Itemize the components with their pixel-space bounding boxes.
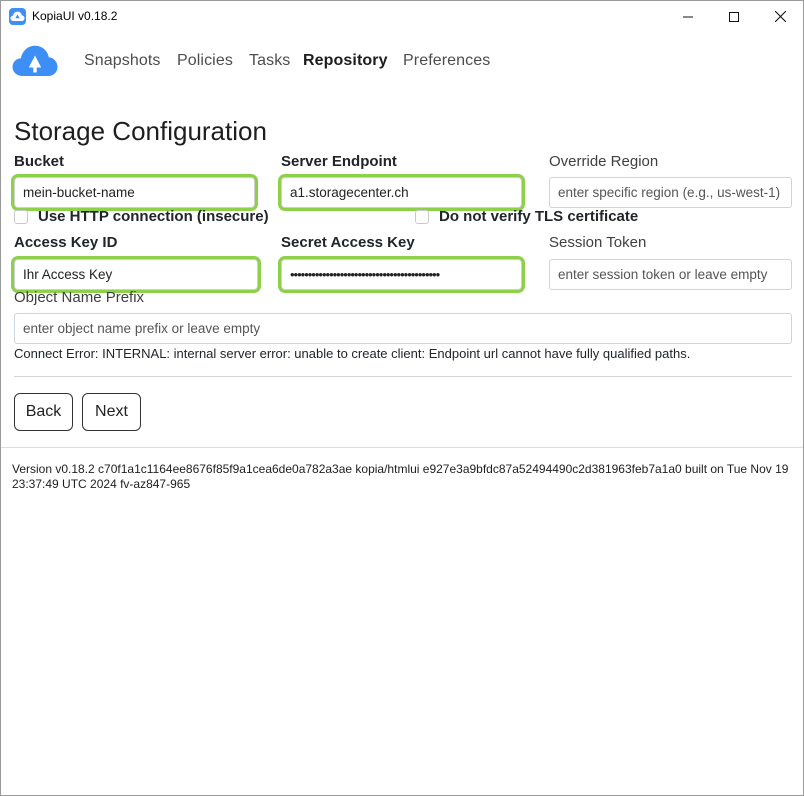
kopia-app-icon xyxy=(9,8,26,25)
secret-access-key-label: Secret Access Key xyxy=(281,234,415,251)
object-name-prefix-input[interactable]: enter object name prefix or leave empty xyxy=(14,313,792,344)
no-verify-tls-option[interactable]: Do not verify TLS certificate xyxy=(415,208,638,225)
secret-access-key-input[interactable]: ••••••••••••••••••••••••••••••••••••••••… xyxy=(281,259,522,290)
object-name-prefix-placeholder: enter object name prefix or leave empty xyxy=(23,321,261,336)
footer-divider xyxy=(1,447,803,448)
title-bar: KopiaUI v0.18.2 xyxy=(1,1,803,32)
use-http-label: Use HTTP connection (insecure) xyxy=(38,208,269,225)
override-region-placeholder: enter specific region (e.g., us-west-1) xyxy=(558,185,781,200)
server-endpoint-label: Server Endpoint xyxy=(281,153,397,170)
kopia-logo-icon[interactable] xyxy=(12,45,58,77)
close-button[interactable] xyxy=(757,1,803,32)
main-navbar: Snapshots Policies Tasks Repository Pref… xyxy=(1,32,803,92)
back-button[interactable]: Back xyxy=(14,393,73,431)
nav-repository[interactable]: Repository xyxy=(303,52,388,70)
session-token-placeholder: enter session token or leave empty xyxy=(558,267,768,282)
version-info: Version v0.18.2 c70f1a1c1164ee8676f85f9a… xyxy=(12,462,789,491)
maximize-button[interactable] xyxy=(711,1,757,32)
use-http-option[interactable]: Use HTTP connection (insecure) xyxy=(14,208,269,225)
override-region-label: Override Region xyxy=(549,153,659,170)
override-region-input[interactable]: enter specific region (e.g., us-west-1) xyxy=(549,177,792,208)
use-http-checkbox[interactable] xyxy=(14,209,28,224)
nav-tasks[interactable]: Tasks xyxy=(249,52,290,70)
access-key-id-input[interactable]: Ihr Access Key xyxy=(14,259,258,290)
app-window: KopiaUI v0.18.2 Snapshots Policies Tasks… xyxy=(0,0,804,796)
page-title: Storage Configuration xyxy=(14,116,267,146)
nav-snapshots[interactable]: Snapshots xyxy=(84,52,161,70)
server-endpoint-input[interactable]: a1.storagecenter.ch xyxy=(281,177,522,208)
maximize-icon xyxy=(729,11,739,22)
no-verify-tls-checkbox[interactable] xyxy=(415,209,429,224)
access-key-id-value: Ihr Access Key xyxy=(23,267,113,282)
connect-error-message: Connect Error: INTERNAL: internal server… xyxy=(14,346,691,361)
secret-access-key-value: ••••••••••••••••••••••••••••••••••••••••… xyxy=(290,267,440,282)
bucket-value: mein-bucket-name xyxy=(23,185,135,200)
minimize-button[interactable] xyxy=(665,1,711,32)
bucket-label: Bucket xyxy=(14,153,65,170)
form-divider xyxy=(14,376,792,377)
nav-preferences[interactable]: Preferences xyxy=(403,52,490,70)
access-key-id-label: Access Key ID xyxy=(14,234,118,251)
close-icon xyxy=(774,11,786,22)
no-verify-tls-label: Do not verify TLS certificate xyxy=(439,208,639,225)
server-endpoint-value: a1.storagecenter.ch xyxy=(290,185,409,200)
bucket-input[interactable]: mein-bucket-name xyxy=(14,177,255,208)
object-name-prefix-label: Object Name Prefix xyxy=(14,289,145,306)
session-token-input[interactable]: enter session token or leave empty xyxy=(549,259,792,290)
window-title: KopiaUI v0.18.2 xyxy=(32,9,118,23)
next-button[interactable]: Next xyxy=(82,393,141,431)
session-token-label: Session Token xyxy=(549,234,647,251)
nav-policies[interactable]: Policies xyxy=(177,52,233,70)
minimize-icon xyxy=(683,16,693,17)
